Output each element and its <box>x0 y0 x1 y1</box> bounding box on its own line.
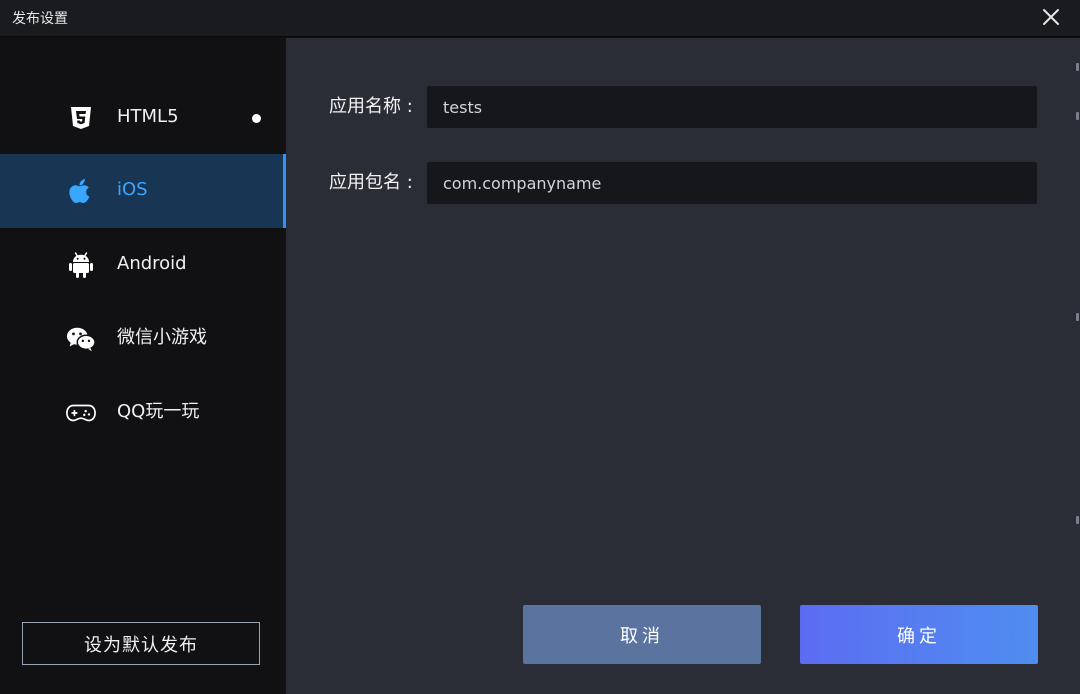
close-button[interactable] <box>1037 3 1065 31</box>
html5-icon <box>66 103 96 133</box>
title-bar: 发布设置 <box>0 0 1080 37</box>
sidebar-item-qq[interactable]: QQ玩一玩 <box>0 376 286 450</box>
sidebar-item-label: iOS <box>117 179 148 200</box>
apple-icon <box>66 176 96 206</box>
app-name-input[interactable]: tests <box>427 86 1037 128</box>
window-edge <box>1074 38 1080 694</box>
confirm-button[interactable]: 确定 <box>800 605 1038 664</box>
sidebar-item-label: Android <box>117 253 187 274</box>
wechat-icon <box>66 324 96 354</box>
settings-panel: 应用名称 : tests 应用包名 : com.companyname 取消 确… <box>286 38 1080 694</box>
cancel-button[interactable]: 取消 <box>523 605 761 664</box>
sidebar-item-ios[interactable]: iOS <box>0 154 286 228</box>
android-icon <box>66 250 96 280</box>
package-name-input[interactable]: com.companyname <box>427 162 1037 204</box>
sidebar-item-android[interactable]: Android <box>0 228 286 302</box>
set-default-publish-button[interactable]: 设为默认发布 <box>22 622 260 665</box>
sidebar-item-label: HTML5 <box>117 106 179 127</box>
app-name-label: 应用名称 : <box>329 96 413 117</box>
package-name-label: 应用包名 : <box>329 172 413 193</box>
window-title: 发布设置 <box>12 11 68 27</box>
close-icon <box>1043 9 1059 25</box>
gamepad-icon <box>66 398 96 428</box>
sidebar-item-label: 微信小游戏 <box>117 327 207 348</box>
sidebar-item-wechat[interactable]: 微信小游戏 <box>0 302 286 376</box>
platform-sidebar: HTML5 iOS Android 微信小游戏 QQ玩一玩 设为默认发布 <box>0 38 286 694</box>
sidebar-item-label: QQ玩一玩 <box>117 401 200 422</box>
sidebar-item-html5[interactable]: HTML5 <box>0 81 286 155</box>
unsaved-dot-indicator <box>252 114 261 123</box>
